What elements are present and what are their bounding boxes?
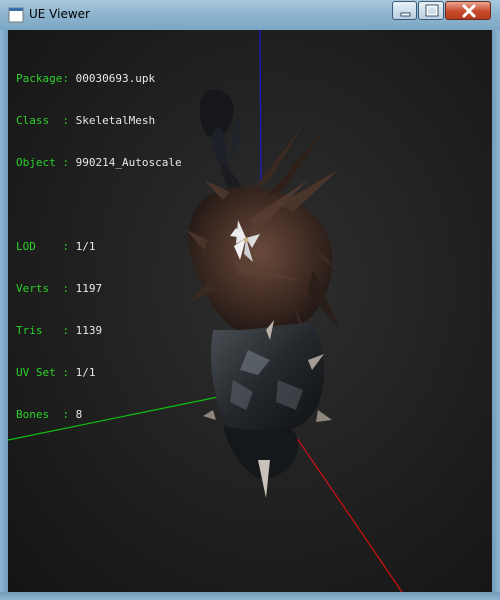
axis-z-line (259, 30, 262, 186)
hud-value-object: 990214_Autoscale (75, 156, 182, 169)
app-icon (8, 7, 24, 23)
hud-row-bones: Bones : 8 (16, 408, 182, 422)
hud-row-object: Object : 990214_Autoscale (16, 156, 182, 170)
hud-value-tris: 1139 (75, 324, 103, 337)
hud-sep: : (62, 114, 76, 127)
window-frame-bottom (0, 592, 500, 600)
hud-value-package: 00030693.upk (75, 72, 156, 85)
hud-sep: : (62, 72, 76, 85)
window-frame-left (0, 30, 8, 600)
mesh-info-overlay: Package: 00030693.upk Class : SkeletalMe… (16, 44, 182, 450)
hud-key-tris: Tris (16, 324, 63, 337)
hud-key-object: Object (16, 156, 63, 169)
hud-spacer (16, 198, 182, 212)
hud-sep: : (62, 408, 76, 421)
close-button[interactable] (445, 1, 491, 20)
close-icon (462, 4, 476, 18)
app-window: UE Viewer Package: 00030693.upk Class: … (0, 0, 500, 600)
hud-row-tris: Tris : 1139 (16, 324, 182, 338)
hud-value-lod: 1/1 (75, 240, 96, 253)
hud-key-uvset: UV Set (16, 366, 63, 379)
hud-key-lod: LOD (16, 240, 63, 253)
hud-sep: : (62, 156, 76, 169)
hud-key-package: Package (16, 72, 63, 85)
window-frame-right (492, 30, 500, 600)
hud-row-lod: LOD : 1/1 (16, 240, 182, 254)
hud-sep: : (62, 366, 76, 379)
hud-key-bones: Bones (16, 408, 63, 421)
minimize-icon (400, 12, 411, 17)
hud-value-verts: 1197 (75, 282, 103, 295)
minimize-button[interactable] (392, 1, 417, 20)
hud-row-package: Package: 00030693.upk (16, 72, 182, 86)
hud-value-class: SkeletalMesh (75, 114, 156, 127)
window-title: UE Viewer (29, 7, 90, 21)
hud-value-bones: 8 (75, 408, 83, 421)
maximize-icon (425, 4, 439, 17)
title-bar[interactable]: UE Viewer (0, 0, 500, 30)
hud-key-verts: Verts (16, 282, 63, 295)
hud-row-class: Class : SkeletalMesh (16, 114, 182, 128)
hud-sep: : (62, 282, 76, 295)
mesh-armor (203, 320, 332, 498)
hud-sep: : (62, 324, 76, 337)
3d-viewport[interactable]: Package: 00030693.upk Class : SkeletalMe… (8, 30, 492, 592)
maximize-button[interactable] (418, 1, 444, 20)
hud-key-class: Class (16, 114, 63, 127)
hud-row-verts: Verts : 1197 (16, 282, 182, 296)
hud-row-uvset: UV Set : 1/1 (16, 366, 182, 380)
hud-value-uvset: 1/1 (75, 366, 96, 379)
mesh-plume (199, 89, 244, 200)
axis-x-line (289, 427, 403, 592)
hud-sep: : (62, 240, 76, 253)
